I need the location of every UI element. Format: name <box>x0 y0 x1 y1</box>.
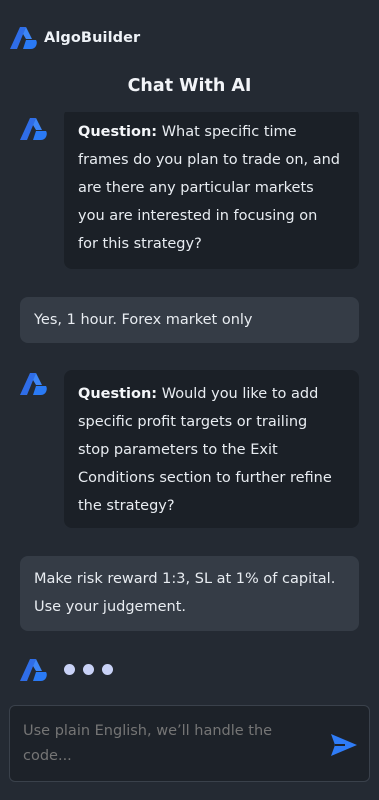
message-line: stop parameters to the Exit <box>78 442 278 458</box>
ai-avatar-icon <box>20 118 47 140</box>
message-line: for this strategy? <box>78 236 202 252</box>
app-header: AlgoBuilder Chat With AI <box>0 0 379 112</box>
page-title: Chat With AI <box>127 76 252 96</box>
message-line: are there any particular markets <box>78 180 314 196</box>
message-input[interactable] <box>23 719 313 773</box>
brand[interactable]: AlgoBuilder <box>10 26 140 50</box>
send-icon <box>331 734 357 756</box>
ai-avatar-icon <box>20 659 47 681</box>
typing-dot <box>102 664 113 675</box>
typing-dot <box>83 664 94 675</box>
message-line: Use your judgement. <box>34 599 186 615</box>
message-composer <box>9 705 370 782</box>
message-line: Question: Would you like to add <box>78 386 319 402</box>
ai-message-bubble: Question: What specific time frames do y… <box>64 112 359 269</box>
question-label: Question: <box>78 386 158 402</box>
ai-message-bubble: Question: Would you like to add specific… <box>64 370 359 528</box>
brand-name: AlgoBuilder <box>44 30 141 46</box>
typing-dot <box>64 664 75 675</box>
message-line: the strategy? <box>78 498 175 514</box>
message-line: Conditions section to further refine <box>78 470 332 486</box>
message-line: frames do you plan to trade on, and <box>78 152 341 168</box>
message-line: Question: What specific time <box>78 124 297 140</box>
typing-indicator <box>64 664 113 675</box>
user-message-bubble: Make risk reward 1:3, SL at 1% of capita… <box>20 556 359 631</box>
message-line: Make risk reward 1:3, SL at 1% of capita… <box>34 571 336 587</box>
question-label: Question: <box>78 124 158 140</box>
user-message-bubble: Yes, 1 hour. Forex market only <box>20 297 359 343</box>
chat-thread[interactable]: Question: What specific time frames do y… <box>0 112 379 697</box>
message-line: you are interested in focusing on <box>78 208 318 224</box>
send-button[interactable] <box>328 729 360 761</box>
message-line: specific profit targets or trailing <box>78 414 308 430</box>
message-line: Yes, 1 hour. Forex market only <box>34 312 253 328</box>
algobuilder-logo-icon <box>10 27 37 49</box>
ai-avatar-icon <box>20 373 47 395</box>
